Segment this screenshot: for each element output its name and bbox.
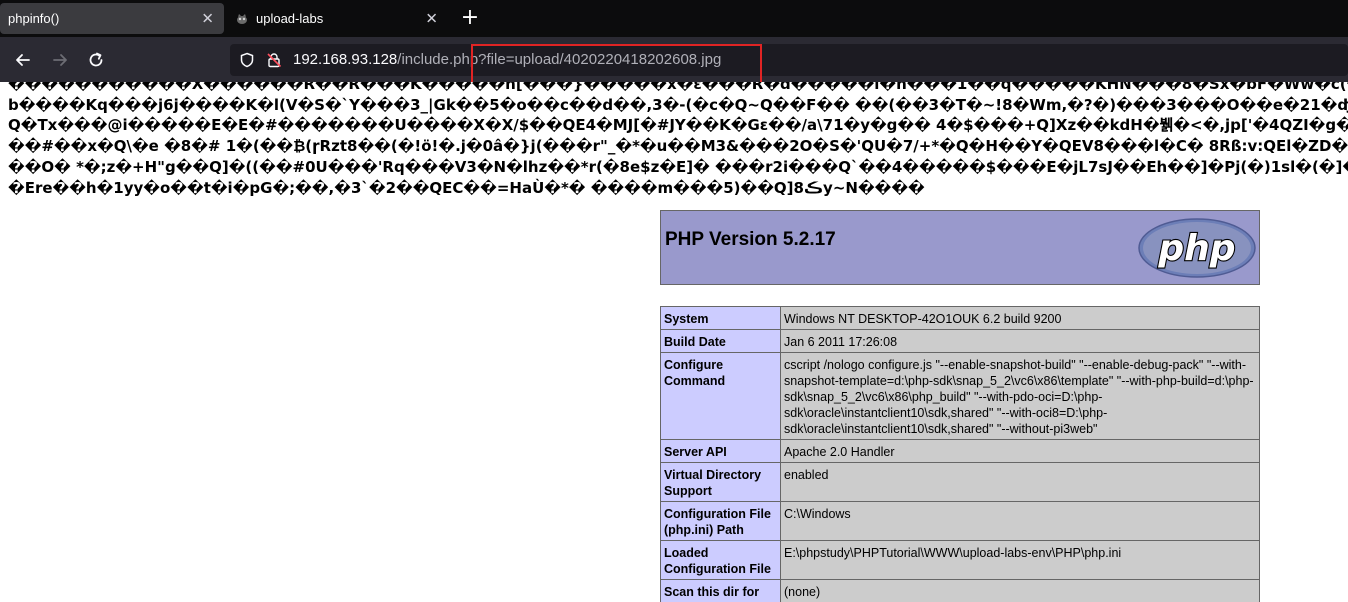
info-key: Virtual Directory Support bbox=[660, 462, 781, 502]
binary-output-text: �����������X������R��R���K�����n[���}���… bbox=[8, 82, 1348, 198]
info-key: Configure Command bbox=[660, 352, 781, 440]
info-value: Windows NT DESKTOP-42O1OUK 6.2 build 920… bbox=[780, 306, 1260, 330]
tab-strip: phpinfo() ✕ upload-labs ✕ + bbox=[0, 0, 1348, 37]
php-logo-text: php bbox=[1157, 228, 1235, 269]
arrow-right-icon bbox=[53, 54, 67, 66]
tab-title: phpinfo() bbox=[8, 11, 60, 26]
info-table-row: Configuration File (php.ini) Path C:\Wind… bbox=[660, 501, 1260, 541]
reload-button[interactable] bbox=[84, 48, 108, 72]
info-table-row: Build Date Jan 6 2011 17:26:08 bbox=[660, 329, 1260, 353]
back-button[interactable] bbox=[11, 48, 35, 72]
binary-text-line: ��#��x�Q\�e �8�# 1�(��₿(ɼRzt8��(�!ö!�.j�… bbox=[8, 137, 1348, 156]
url-highlight-box bbox=[471, 44, 762, 85]
php-version-title: PHP Version 5.2.17 bbox=[665, 229, 836, 250]
url-host: 192.168.93.128 bbox=[293, 51, 398, 68]
binary-text-line: ��O� *�;z�+H"g��Q]�((��#0U���'Rq���V3�N�… bbox=[8, 157, 1348, 176]
tab-upload-labs[interactable]: upload-labs ✕ bbox=[226, 0, 448, 37]
navigation-toolbar: 192.168.93.128/include.php?file=upload/4… bbox=[0, 37, 1348, 85]
info-table-row: Scan this dir for (none) bbox=[660, 579, 1260, 602]
php-logo[interactable]: php bbox=[1137, 217, 1257, 279]
close-tab-icon[interactable]: ✕ bbox=[425, 11, 438, 26]
info-key: Scan this dir for bbox=[660, 579, 781, 602]
info-value: E:\phpstudy\PHPTutorial\WWW\upload-labs-… bbox=[780, 540, 1260, 580]
page-content: �����������X������R��R���K�����n[���}���… bbox=[0, 82, 1348, 602]
info-value: enabled bbox=[780, 462, 1260, 502]
info-table-row: System Windows NT DESKTOP-42O1OUK 6.2 bui… bbox=[660, 306, 1260, 330]
binary-text-line: �����������X������R��R���K�����n[���}���… bbox=[8, 82, 1348, 93]
new-tab-button[interactable]: + bbox=[458, 7, 482, 31]
info-key: System bbox=[660, 306, 781, 330]
shield-icon[interactable] bbox=[239, 52, 255, 68]
upload-labs-favicon-icon bbox=[236, 13, 248, 25]
info-value: Apache 2.0 Handler bbox=[780, 439, 1260, 463]
phpinfo-table: System Windows NT DESKTOP-42O1OUK 6.2 bui… bbox=[660, 306, 1260, 602]
close-tab-icon[interactable]: ✕ bbox=[201, 11, 214, 26]
reload-icon bbox=[89, 52, 103, 67]
arrow-left-icon bbox=[16, 54, 30, 66]
info-value: C:\Windows bbox=[780, 501, 1260, 541]
info-key: Loaded Configuration File bbox=[660, 540, 781, 580]
phpinfo-header: PHP Version 5.2.17 php bbox=[660, 210, 1260, 285]
tab-title: upload-labs bbox=[256, 11, 324, 26]
forward-button[interactable] bbox=[48, 48, 72, 72]
info-key: Server API bbox=[660, 439, 781, 463]
info-key: Configuration File (php.ini) Path bbox=[660, 501, 781, 541]
info-table-row: Server API Apache 2.0 Handler bbox=[660, 439, 1260, 463]
binary-text-line: b����Kq���j6j����K�l(V�S�`Y���3_|Gk��5�o… bbox=[8, 95, 1348, 114]
insecure-lock-icon[interactable] bbox=[266, 52, 282, 68]
info-value: (none) bbox=[780, 579, 1260, 602]
info-value: Jan 6 2011 17:26:08 bbox=[780, 329, 1260, 353]
info-table-row: Virtual Directory Support enabled bbox=[660, 462, 1260, 502]
binary-text-line: Q�Tx���@i�����E�E�#�������U����X�X/$��QE… bbox=[8, 116, 1348, 135]
tab-phpinfo[interactable]: phpinfo() ✕ bbox=[0, 3, 224, 34]
address-bar[interactable]: 192.168.93.128/include.php?file=upload/4… bbox=[230, 44, 1348, 85]
info-key: Build Date bbox=[660, 329, 781, 353]
info-value: cscript /nologo configure.js "--enable-s… bbox=[780, 352, 1260, 440]
info-table-row: Loaded Configuration File E:\phpstudy\PHP… bbox=[660, 540, 1260, 580]
info-table-row: Configure Command cscript /nologo configu… bbox=[660, 352, 1260, 440]
binary-text-line: �Ere��h�1yy�o��t�i�pG�;��,�3`�2��QEC��=H… bbox=[8, 178, 925, 197]
